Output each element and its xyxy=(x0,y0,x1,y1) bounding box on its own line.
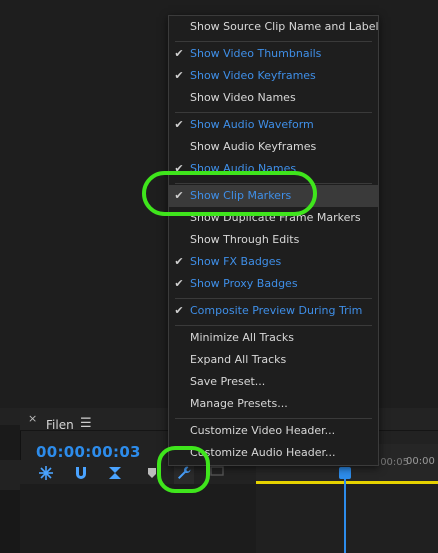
menu-item-label: Minimize All Tracks xyxy=(190,331,295,344)
menu-item[interactable]: Customize Video Header... xyxy=(169,420,378,442)
menu-item-label: Show Audio Keyframes xyxy=(190,140,317,153)
menu-item[interactable]: Show Audio Keyframes xyxy=(169,136,378,158)
menu-item[interactable]: ✔ Composite Preview During Trim xyxy=(169,300,378,322)
menu-item-label: Show Video Thumbnails xyxy=(190,47,322,60)
menu-item[interactable]: ✔ Show Video Thumbnails xyxy=(169,43,378,65)
timeline-display-settings-menu: Show Source Clip Name and Label ✔ Show Vid… xyxy=(168,15,379,466)
menu-item-label: Show Through Edits xyxy=(190,233,300,246)
checkmark-icon: ✔ xyxy=(174,118,184,131)
tab-close-icon[interactable]: × xyxy=(28,412,37,425)
menu-item-label: Show Proxy Badges xyxy=(190,277,298,290)
menu-separator xyxy=(175,112,372,113)
snap-icon[interactable] xyxy=(37,464,55,482)
ruler-time-label: 00:00 xyxy=(406,456,435,467)
menu-item-label: Show Audio Waveform xyxy=(190,118,314,131)
menu-item-label: Manage Presets... xyxy=(190,397,288,410)
left-panel-edge xyxy=(0,425,21,460)
checkmark-icon: ✔ xyxy=(174,69,184,82)
menu-item[interactable]: ✔ Show Audio Waveform xyxy=(169,114,378,136)
menu-item[interactable]: Save Preset... xyxy=(169,371,378,393)
checkmark-icon: ✔ xyxy=(174,47,184,60)
timeline-tab-label[interactable]: Filen xyxy=(46,418,74,432)
menu-item-label: Show Video Names xyxy=(190,91,296,104)
menu-item[interactable]: ✔ Show Video Keyframes xyxy=(169,65,378,87)
menu-item[interactable]: ✔ Show Proxy Badges xyxy=(169,273,378,295)
menu-item-label: Expand All Tracks xyxy=(190,353,287,366)
menu-separator xyxy=(175,325,372,326)
menu-item-label: Customize Audio Header... xyxy=(190,446,336,459)
menu-item[interactable]: Expand All Tracks xyxy=(169,349,378,371)
track-header-area xyxy=(20,484,256,553)
checkmark-icon: ✔ xyxy=(174,277,184,290)
menu-item-label: Show FX Badges xyxy=(190,255,282,268)
menu-separator xyxy=(175,41,372,42)
menu-item[interactable]: Show Video Names xyxy=(169,87,378,109)
menu-item-label: Save Preset... xyxy=(190,375,266,388)
checkmark-icon: ✔ xyxy=(174,304,184,317)
track-content-area xyxy=(256,484,438,553)
menu-item[interactable]: Manage Presets... xyxy=(169,393,378,415)
playhead-line[interactable] xyxy=(344,468,346,553)
caption-icon[interactable] xyxy=(210,465,224,479)
annotation-circle-clip-markers xyxy=(142,171,317,216)
menu-separator xyxy=(175,298,372,299)
menu-item-label: Show Source Clip Name and Label xyxy=(190,20,379,33)
work-area-bar[interactable] xyxy=(256,481,438,484)
menu-item-label: Customize Video Header... xyxy=(190,424,336,437)
menu-item-label: Show Video Keyframes xyxy=(190,69,316,82)
linked-selection-icon[interactable] xyxy=(106,464,124,482)
menu-item[interactable]: ✔ Show FX Badges xyxy=(169,251,378,273)
menu-separator xyxy=(175,418,372,419)
menu-item[interactable]: Minimize All Tracks xyxy=(169,327,378,349)
annotation-circle-wrench xyxy=(157,446,210,493)
menu-item[interactable]: Show Through Edits xyxy=(169,229,378,251)
playhead-timecode[interactable]: 00:00:00:03 xyxy=(36,443,141,461)
magnet-icon[interactable] xyxy=(72,464,90,482)
tab-menu-icon[interactable]: ☰ xyxy=(80,417,92,430)
menu-item[interactable]: Show Source Clip Name and Label xyxy=(169,16,379,38)
left-panel-edge-lower xyxy=(0,490,20,553)
menu-item-label: Composite Preview During Trim xyxy=(190,304,363,317)
checkmark-icon: ✔ xyxy=(174,255,184,268)
